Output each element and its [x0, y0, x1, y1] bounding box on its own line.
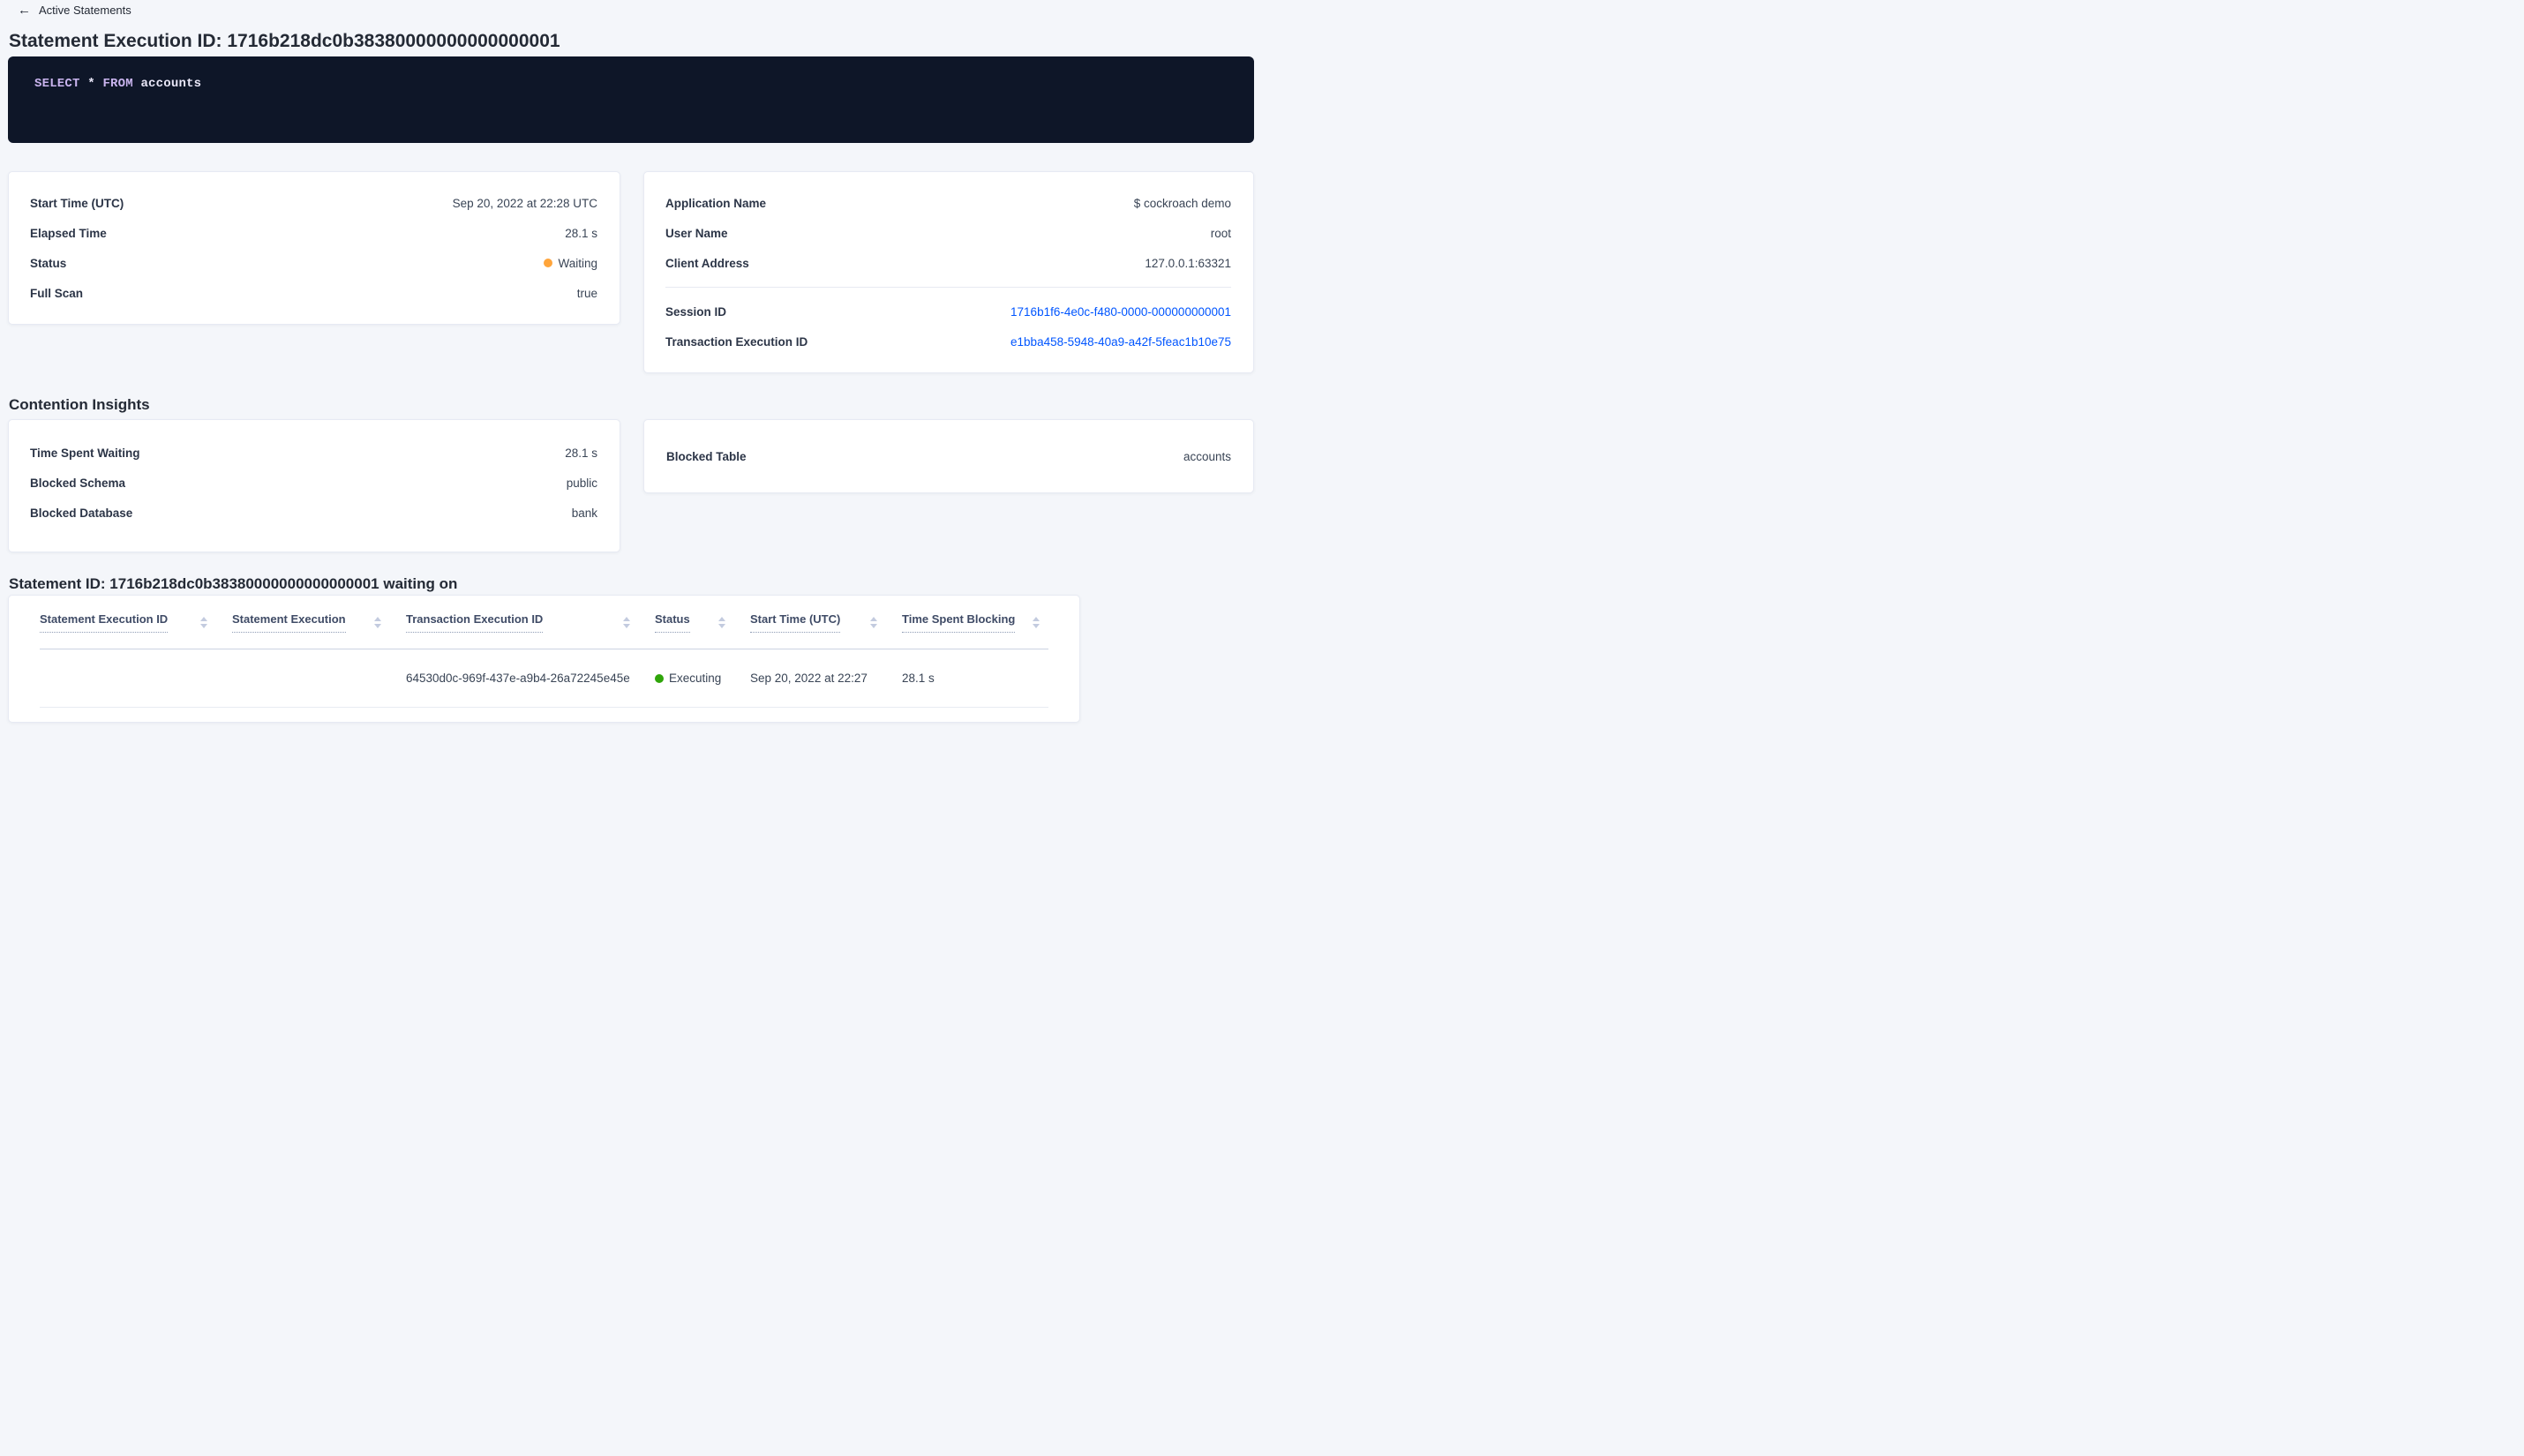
- start-time-label: Start Time (UTC): [30, 196, 124, 210]
- session-details-card: Application Name $ cockroach demo User N…: [643, 171, 1254, 373]
- full-scan-value: true: [576, 286, 597, 300]
- execution-details-section: Start Time (UTC) Sep 20, 2022 at 22:28 U…: [8, 171, 1254, 373]
- cell-transaction-execution-id: 64530d0c-969f-437e-a9b4-26a72245e45e: [406, 672, 630, 685]
- application-name-value: $ cockroach demo: [1133, 196, 1231, 210]
- column-header-time-spent-blocking[interactable]: Time Spent Blocking: [902, 612, 1048, 633]
- sql-select-keyword: SELECT: [34, 77, 80, 91]
- sql-star: *: [87, 77, 95, 91]
- full-scan-row: Full Scan true: [30, 278, 597, 308]
- blocked-table-label: Blocked Table: [666, 449, 747, 463]
- table-row: 64530d0c-969f-437e-a9b4-26a72245e45e Exe…: [40, 649, 1048, 708]
- table-header-row: Statement Execution ID Statement Executi…: [40, 596, 1048, 649]
- transaction-execution-id-link[interactable]: e1bba458-5948-40a9-a42f-5feac1b10e75: [1010, 335, 1231, 349]
- start-time-value: Sep 20, 2022 at 22:28 UTC: [452, 196, 597, 210]
- sort-icon[interactable]: [1033, 616, 1040, 628]
- sql-from-keyword: FROM: [102, 77, 133, 91]
- blocked-schema-value: public: [566, 476, 597, 490]
- sort-icon[interactable]: [623, 616, 630, 628]
- blocked-schema-label: Blocked Schema: [30, 476, 126, 490]
- time-spent-waiting-row: Time Spent Waiting 28.1 s: [30, 438, 597, 468]
- transaction-execution-id-label: Transaction Execution ID: [665, 334, 808, 349]
- cell-time-spent-blocking: 28.1 s: [902, 672, 935, 685]
- column-header-start-time[interactable]: Start Time (UTC): [750, 612, 902, 633]
- time-spent-waiting-label: Time Spent Waiting: [30, 446, 140, 460]
- page-title: Statement Execution ID: 1716b218dc0b3838…: [9, 31, 560, 51]
- status-text: Waiting: [558, 256, 597, 270]
- blocked-database-value: bank: [571, 506, 597, 520]
- user-name-label: User Name: [665, 226, 728, 240]
- session-id-link[interactable]: 1716b1f6-4e0c-f480-0000-000000000001: [1010, 305, 1231, 319]
- column-header-transaction-execution-id[interactable]: Transaction Execution ID: [406, 612, 655, 633]
- sort-icon[interactable]: [374, 616, 381, 628]
- cell-start-time: Sep 20, 2022 at 22:27: [750, 672, 868, 685]
- blocked-table-value: accounts: [1183, 449, 1231, 463]
- client-address-label: Client Address: [665, 256, 749, 270]
- contention-insights-heading: Contention Insights: [9, 396, 150, 413]
- card-divider: [665, 287, 1231, 288]
- cell-status: Executing: [655, 672, 750, 685]
- user-name-row: User Name root: [665, 218, 1231, 248]
- transaction-execution-id-row: Transaction Execution ID e1bba458-5948-4…: [665, 326, 1231, 356]
- waiting-on-table: Statement Execution ID Statement Executi…: [30, 596, 1058, 708]
- back-arrow-icon: ←: [18, 3, 31, 18]
- executing-status-text: Executing: [669, 672, 722, 685]
- application-name-label: Application Name: [665, 196, 767, 210]
- contention-insights-section: Time Spent Waiting 28.1 s Blocked Schema…: [8, 419, 1254, 552]
- elapsed-time-label: Elapsed Time: [30, 226, 107, 240]
- blocked-table-card: Blocked Table accounts: [643, 419, 1254, 493]
- sort-icon[interactable]: [200, 616, 207, 628]
- waiting-status-dot-icon: [544, 259, 553, 267]
- waiting-on-heading: Statement ID: 1716b218dc0b38380000000000…: [9, 575, 458, 592]
- elapsed-time-value: 28.1 s: [565, 226, 597, 240]
- status-value: Waiting: [544, 257, 597, 270]
- start-time-row: Start Time (UTC) Sep 20, 2022 at 22:28 U…: [30, 188, 597, 218]
- sort-icon[interactable]: [718, 616, 725, 628]
- client-address-value: 127.0.0.1:63321: [1145, 256, 1231, 270]
- executing-status-dot-icon: [655, 673, 664, 683]
- statement-execution-details-page: ← Active Statements Statement Execution …: [0, 0, 1262, 723]
- sql-table-name: accounts: [140, 77, 202, 91]
- back-to-active-statements-link[interactable]: ← Active Statements: [18, 0, 1254, 18]
- waiting-on-table-card: Statement Execution ID Statement Executi…: [8, 595, 1080, 723]
- sql-statement-box: SELECT * FROM accounts: [8, 56, 1254, 143]
- session-id-row: Session ID 1716b1f6-4e0c-f480-0000-00000…: [665, 296, 1231, 326]
- full-scan-label: Full Scan: [30, 286, 84, 300]
- execution-summary-card: Start Time (UTC) Sep 20, 2022 at 22:28 U…: [8, 171, 620, 325]
- blocked-database-label: Blocked Database: [30, 506, 133, 520]
- time-spent-waiting-value: 28.1 s: [565, 446, 597, 460]
- column-header-status[interactable]: Status: [655, 612, 750, 633]
- blocked-table-row: Blocked Table accounts: [666, 441, 1231, 471]
- application-name-row: Application Name $ cockroach demo: [665, 188, 1231, 218]
- sort-icon[interactable]: [870, 616, 877, 628]
- status-label: Status: [30, 256, 67, 270]
- user-name-value: root: [1210, 226, 1231, 240]
- client-address-row: Client Address 127.0.0.1:63321: [665, 248, 1231, 278]
- blocked-schema-row: Blocked Schema public: [30, 468, 597, 498]
- blocked-database-row: Blocked Database bank: [30, 498, 597, 528]
- elapsed-time-row: Elapsed Time 28.1 s: [30, 218, 597, 248]
- back-link-label: Active Statements: [39, 4, 131, 17]
- session-id-label: Session ID: [665, 304, 727, 319]
- contention-details-card: Time Spent Waiting 28.1 s Blocked Schema…: [8, 419, 620, 552]
- status-row: Status Waiting: [30, 248, 597, 278]
- column-header-statement-execution-id[interactable]: Statement Execution ID: [40, 612, 232, 633]
- column-header-statement-execution[interactable]: Statement Execution: [232, 612, 406, 633]
